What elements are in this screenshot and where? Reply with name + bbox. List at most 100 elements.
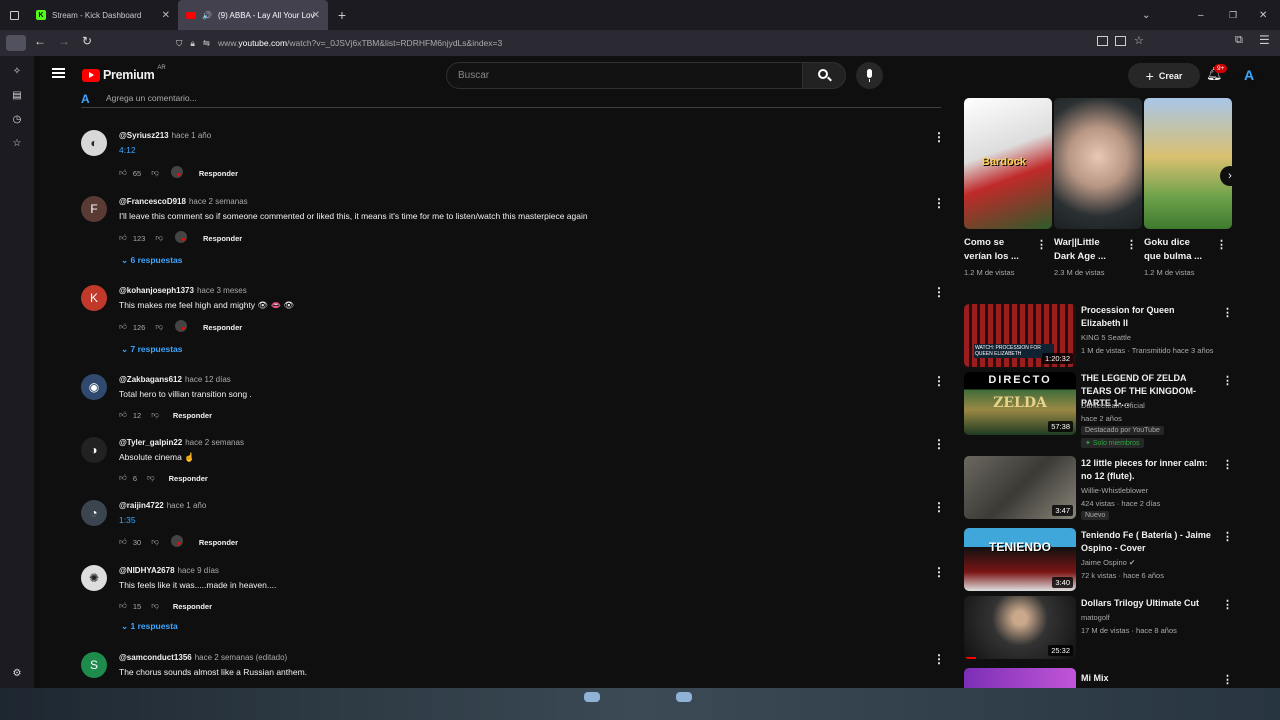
short-menu-icon[interactable]: ⋮ bbox=[1126, 238, 1137, 251]
dislike-icon[interactable]: 👎︎ bbox=[151, 601, 159, 611]
tab-youtube-abba[interactable]: 🔊 (9) ABBA - Lay All Your Lov ✕ bbox=[178, 0, 328, 30]
comment-time[interactable]: hace 1 año bbox=[172, 131, 212, 140]
comment-author[interactable]: @Tyler_galpin22 bbox=[119, 438, 182, 447]
video-menu-icon[interactable]: ⋮ bbox=[1222, 458, 1233, 471]
history-box-icon[interactable]: ▤ bbox=[10, 90, 24, 104]
taskbar-app-icon[interactable] bbox=[676, 692, 692, 702]
video-menu-icon[interactable]: ⋮ bbox=[1222, 598, 1233, 611]
bookmark-star-icon[interactable]: ☆ bbox=[1134, 34, 1144, 47]
view-replies-button[interactable]: ⌄ 1 respuesta bbox=[121, 621, 178, 632]
add-comment-row[interactable]: A Agrega un comentario... bbox=[81, 92, 941, 108]
video-thumbnail[interactable]: DIRECTO ZELDA 57:38 bbox=[964, 372, 1076, 435]
like-icon[interactable]: 👍︎ bbox=[119, 410, 127, 420]
reader-icon[interactable] bbox=[1097, 36, 1108, 46]
video-menu-icon[interactable]: ⋮ bbox=[1222, 673, 1233, 686]
search-button[interactable] bbox=[802, 62, 846, 89]
comment-menu-icon[interactable]: ⋮ bbox=[933, 374, 945, 388]
reply-button[interactable]: Responder bbox=[199, 538, 238, 547]
account-avatar[interactable]: A bbox=[1239, 65, 1259, 85]
like-icon[interactable]: 👍︎ bbox=[119, 322, 127, 332]
short-title[interactable]: Goku dice que bulma ... bbox=[1144, 236, 1202, 264]
comment-menu-icon[interactable]: ⋮ bbox=[933, 500, 945, 514]
avatar[interactable]: ◑ bbox=[81, 437, 107, 463]
avatar[interactable]: ✺ bbox=[81, 565, 107, 591]
youtube-logo[interactable]: Premium AR bbox=[82, 65, 166, 82]
like-icon[interactable]: 👍︎ bbox=[119, 537, 127, 547]
avatar[interactable]: ◐ bbox=[81, 130, 107, 156]
short-thumbnail[interactable] bbox=[1144, 98, 1232, 229]
tab-list-chevron-icon[interactable]: ⌄ bbox=[1142, 10, 1150, 21]
comment-menu-icon[interactable]: ⋮ bbox=[933, 565, 945, 579]
ai-chat-icon[interactable]: ✧ bbox=[10, 66, 24, 80]
comment-author[interactable]: @Syriusz213 bbox=[119, 131, 169, 140]
comment-time[interactable]: hace 2 semanas bbox=[189, 197, 248, 206]
dislike-icon[interactable]: 👎︎ bbox=[155, 322, 163, 332]
comment-menu-icon[interactable]: ⋮ bbox=[933, 130, 945, 144]
reply-button[interactable]: Responder bbox=[173, 602, 212, 611]
channel-name[interactable]: Danteeteam Oficial bbox=[1081, 401, 1145, 410]
pip-icon[interactable] bbox=[1115, 36, 1126, 46]
bookmarks-icon[interactable]: ☆ bbox=[10, 138, 24, 152]
tab-overview-icon[interactable] bbox=[0, 0, 28, 30]
comment-time[interactable]: hace 2 semanas (editado) bbox=[195, 653, 288, 662]
comment-menu-icon[interactable]: ⋮ bbox=[933, 437, 945, 451]
comment-timestamp-link[interactable]: 1:35 bbox=[119, 515, 136, 525]
short-title[interactable]: Como se verían los ... bbox=[964, 236, 1019, 264]
reply-button[interactable]: Responder bbox=[203, 234, 242, 243]
view-replies-button[interactable]: ⌄ 7 respuestas bbox=[121, 344, 182, 355]
video-thumbnail[interactable] bbox=[964, 668, 1076, 688]
history-clock-icon[interactable]: ◷ bbox=[10, 114, 24, 128]
settings-gear-icon[interactable]: ⚙ bbox=[10, 668, 24, 682]
comment-time[interactable]: hace 3 meses bbox=[197, 286, 247, 295]
comment-menu-icon[interactable]: ⋮ bbox=[933, 196, 945, 210]
dislike-icon[interactable]: 👎︎ bbox=[147, 473, 155, 483]
comment-author[interactable]: @NIDHYA2678 bbox=[119, 566, 175, 575]
like-icon[interactable]: 👍︎ bbox=[119, 233, 127, 243]
extensions-icon[interactable]: ⧉ bbox=[1235, 34, 1243, 47]
channel-name[interactable]: Willie-Whistleblower bbox=[1081, 486, 1148, 495]
avatar[interactable]: ◉ bbox=[81, 374, 107, 400]
short-menu-icon[interactable]: ⋮ bbox=[1216, 238, 1227, 251]
reply-button[interactable]: Responder bbox=[199, 169, 238, 178]
video-menu-icon[interactable]: ⋮ bbox=[1222, 306, 1233, 319]
menu-icon[interactable]: ☰ bbox=[1259, 33, 1270, 47]
reply-button[interactable]: Responder bbox=[173, 411, 212, 420]
create-button[interactable]: + Crear bbox=[1128, 63, 1200, 88]
comment-author[interactable]: @kohanjoseph1373 bbox=[119, 286, 194, 295]
video-menu-icon[interactable]: ⋮ bbox=[1222, 530, 1233, 543]
dislike-icon[interactable]: 👎︎ bbox=[151, 168, 159, 178]
close-tab-icon[interactable]: ✕ bbox=[162, 10, 170, 21]
reload-icon[interactable]: ↻ bbox=[82, 34, 92, 48]
comment-menu-icon[interactable]: ⋮ bbox=[933, 652, 945, 666]
view-replies-button[interactable]: ⌄ 6 respuestas bbox=[121, 255, 182, 266]
voice-search-button[interactable] bbox=[856, 62, 883, 89]
taskbar-app-icon[interactable] bbox=[584, 692, 600, 702]
video-title[interactable]: Mi Mix bbox=[1081, 672, 1216, 685]
dislike-icon[interactable]: 👎︎ bbox=[151, 410, 159, 420]
avatar[interactable]: F bbox=[81, 196, 107, 222]
minimize-button[interactable]: – bbox=[1198, 10, 1204, 21]
close-window-button[interactable]: ✕ bbox=[1259, 10, 1267, 21]
avatar[interactable]: S bbox=[81, 652, 107, 678]
avatar[interactable]: K bbox=[81, 285, 107, 311]
avatar[interactable]: ◔ bbox=[81, 500, 107, 526]
like-icon[interactable]: 👍︎ bbox=[119, 473, 127, 483]
channel-name[interactable]: Jaime Ospino ✔ bbox=[1081, 558, 1135, 567]
video-title[interactable]: Procession for Queen Elizabeth II bbox=[1081, 304, 1216, 329]
video-thumbnail[interactable]: WATCH: PROCESSION FOR QUEEN ELIZABETH 1:… bbox=[964, 304, 1076, 367]
url-bar[interactable]: ⛉ 🔒︎ ⇋ www. youtube.com/watch?v=_0JSVj6xT… bbox=[176, 33, 1156, 53]
guide-menu-icon[interactable] bbox=[52, 68, 65, 78]
video-thumbnail[interactable]: 25:32 bbox=[964, 596, 1076, 659]
short-title[interactable]: War||Little Dark Age ... bbox=[1054, 236, 1106, 264]
dislike-icon[interactable]: 👎︎ bbox=[151, 537, 159, 547]
close-tab-icon[interactable]: ✕ bbox=[312, 10, 320, 21]
maximize-button[interactable]: ❐ bbox=[1229, 10, 1237, 21]
comment-time[interactable]: hace 2 semanas bbox=[185, 438, 244, 447]
comment-author[interactable]: @raijin4722 bbox=[119, 501, 164, 510]
add-comment-input[interactable]: Agrega un comentario... bbox=[106, 93, 197, 103]
comment-author[interactable]: @FrancescoD918 bbox=[119, 197, 186, 206]
shorts-next-button[interactable]: › bbox=[1220, 166, 1240, 186]
video-title[interactable]: Teniendo Fe ( Batería ) - Jaime Ospino -… bbox=[1081, 529, 1216, 554]
channel-name[interactable]: KING 5 Seattle bbox=[1081, 333, 1131, 342]
like-icon[interactable]: 👍︎ bbox=[119, 168, 127, 178]
